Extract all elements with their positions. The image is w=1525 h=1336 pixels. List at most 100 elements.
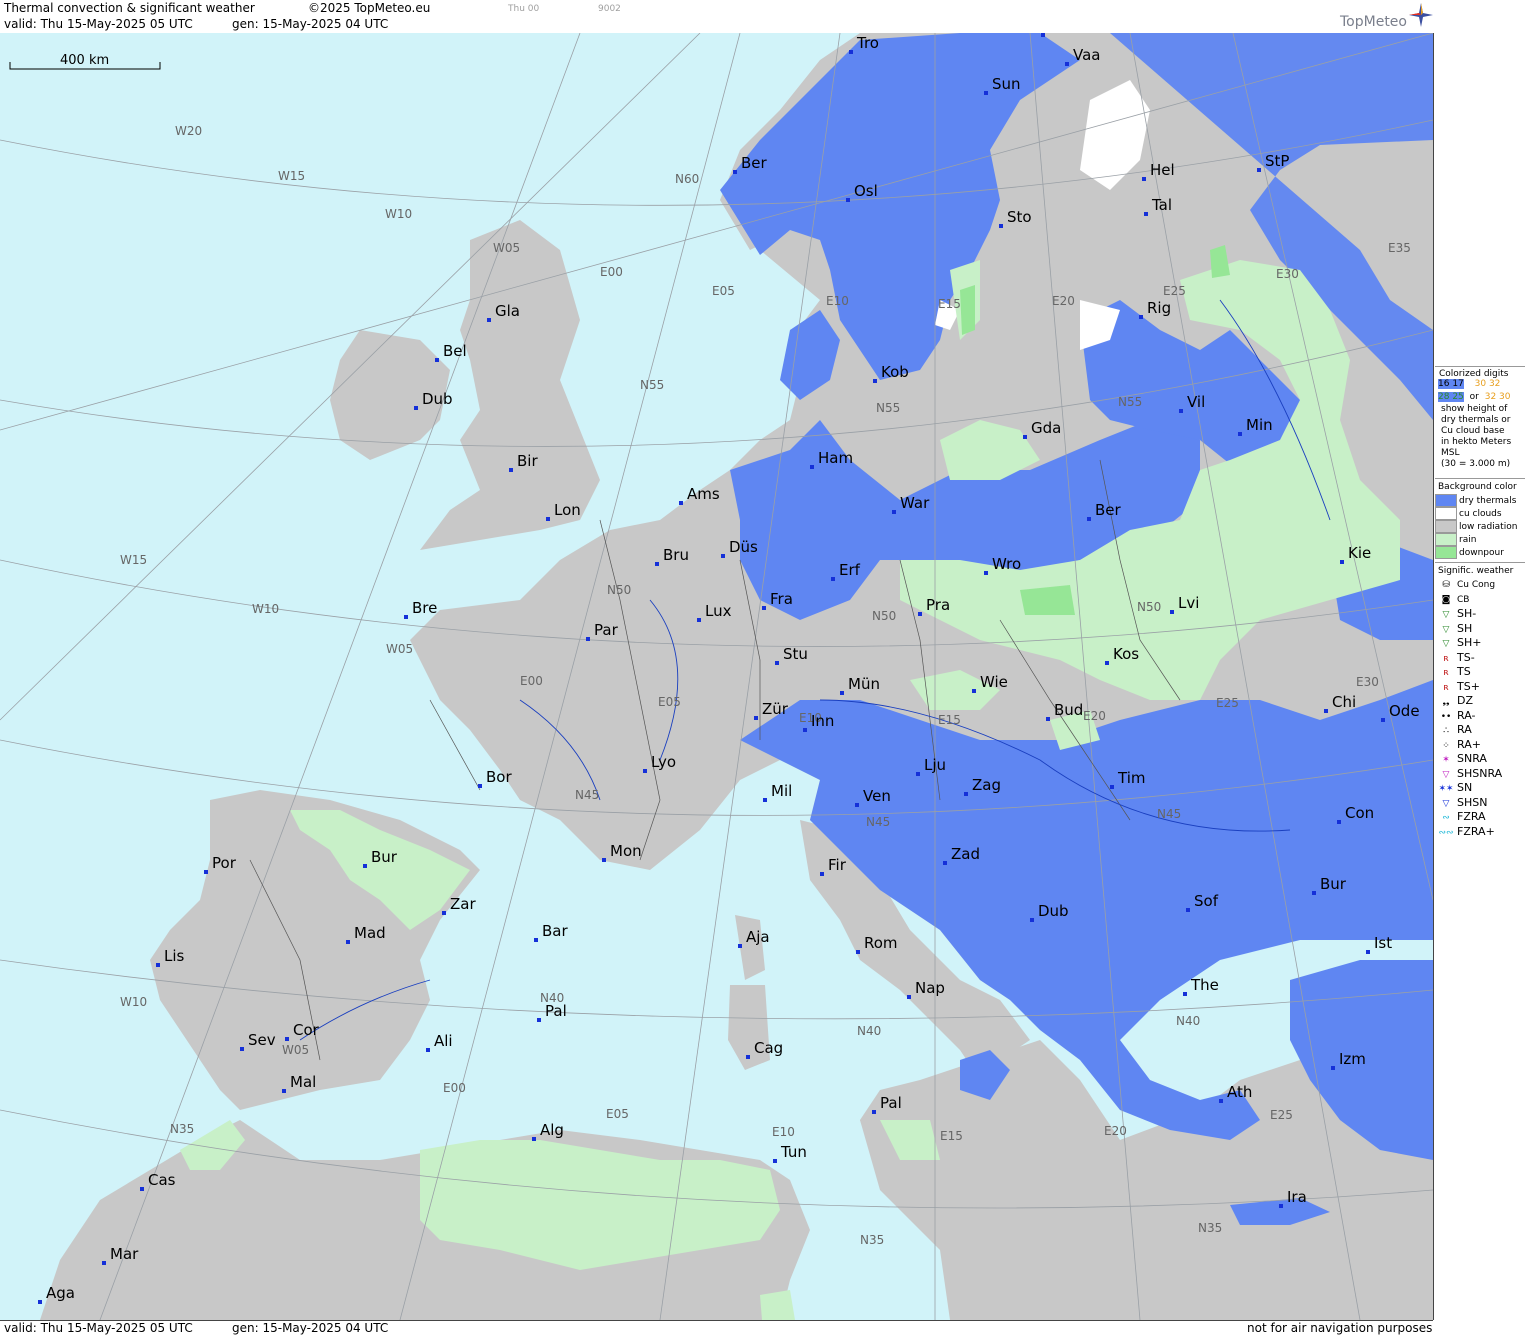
legend-wx-sh-: ▽ SH- (1435, 607, 1525, 622)
city-label: Kob (881, 363, 909, 381)
city-label: Con (1345, 804, 1374, 822)
weather-symbol-icon: •• (1440, 711, 1452, 722)
weather-map[interactable]: 400 km W20 W15 W10 W05 E00 E05 E10 E15 E20 E25 E30… (0, 33, 1434, 1320)
colorized-line: MSL (1441, 448, 1460, 458)
grid-label-e15: E15 (938, 297, 961, 311)
city-ali: Ali (426, 1032, 453, 1052)
city-label: StP (1265, 152, 1289, 170)
city-label: The (1190, 976, 1219, 994)
colorized-line: Cu cloud base (1441, 426, 1505, 436)
city-label: Ams (687, 485, 720, 503)
city-marker (872, 1110, 876, 1114)
city-marker (831, 577, 835, 581)
legend-label: SNRA (1457, 752, 1487, 765)
topmeteo-logo: TopMeteo (1340, 14, 1407, 30)
city-marker (679, 501, 683, 505)
grid-label-n50: N50 (607, 583, 631, 597)
legend-bg-rain: rain (1435, 533, 1525, 546)
city-marker (1183, 992, 1187, 996)
city-label: Zar (450, 895, 476, 913)
footer-valid-time: valid: Thu 15-May-2025 05 UTC (4, 1321, 193, 1335)
colorized-or: or (1469, 392, 1479, 402)
city-marker (916, 772, 920, 776)
legend-wx-fzra: ∾ FZRA (1435, 810, 1525, 825)
weather-symbol-icon: ʀ (1443, 668, 1449, 678)
legend-wx-shsnra: ▽ SHSNRA (1435, 767, 1525, 782)
colorized-example-orange-2: 32 30 (1484, 392, 1511, 402)
city-marker (964, 792, 968, 796)
city-marker (534, 938, 538, 942)
header-small-2: 9002 (598, 4, 621, 14)
city-label: Bor (486, 768, 512, 786)
city-marker (478, 784, 482, 788)
city-label: Sto (1007, 208, 1032, 226)
city-marker (442, 911, 446, 915)
legend-bg-downpour: downpour (1435, 546, 1525, 559)
city-marker (537, 1018, 541, 1022)
colorized-explanation: show height of dry thermals or Cu cloud ba… (1435, 404, 1525, 470)
grid-label-n45: N45 (866, 815, 890, 829)
city-label: Rig (1147, 299, 1171, 317)
weather-symbol-icon: ❟❟ (1442, 697, 1450, 707)
colorized-digits-title: Colorized digits (1439, 369, 1509, 379)
city-marker (204, 870, 208, 874)
city-label: Tro (856, 34, 879, 52)
city-label: Lvi (1178, 594, 1199, 612)
city-label: Mün (848, 675, 880, 693)
city-marker (655, 562, 659, 566)
city-marker (140, 1187, 144, 1191)
city-label: Cas (148, 1171, 176, 1189)
weather-symbol-icon: ʀ (1443, 682, 1449, 693)
weather-symbol-icon: ✶ (1442, 755, 1450, 765)
colorized-example-green: 28 25 (1438, 392, 1464, 402)
city-label: Erf (839, 561, 861, 579)
city-marker (1312, 891, 1316, 895)
city-label: Ume (1049, 33, 1084, 35)
city-label: Lyo (651, 753, 676, 771)
map-footer: valid: Thu 15-May-2025 05 UTC gen: 15-Ma… (0, 1320, 1433, 1336)
city-label: Lon (554, 501, 581, 519)
city-label: Ira (1287, 1188, 1307, 1206)
city-marker (1065, 62, 1069, 66)
grid-label-n55: N55 (640, 378, 664, 392)
city-label: Tim (1117, 769, 1145, 787)
city-label: Sun (992, 75, 1021, 93)
city-label: Dub (422, 390, 453, 408)
copyright: ©2025 TopMeteo.eu (308, 1, 431, 15)
city-marker (1179, 409, 1183, 413)
city-marker (873, 379, 877, 383)
city-marker (1105, 661, 1109, 665)
city-aga: Aga (38, 1284, 75, 1304)
legend-wx-sn: ✶✶ SN (1435, 781, 1525, 796)
grid-label-e20: E20 (1083, 709, 1106, 723)
city-marker (775, 661, 779, 665)
city-marker (414, 406, 418, 410)
colorized-line: dry thermals or (1441, 415, 1511, 425)
city-marker (1238, 432, 1242, 436)
grid-label-e05: E05 (712, 284, 735, 298)
city-marker (156, 963, 160, 967)
city-label: Cag (754, 1039, 783, 1057)
city-marker (746, 1055, 750, 1059)
color-swatch (1435, 533, 1457, 546)
city-marker (754, 716, 758, 720)
city-marker (1087, 517, 1091, 521)
legend-bg-cu-clouds: cu clouds (1435, 507, 1525, 520)
legend-wx-sh-: ▽ SH+ (1435, 636, 1525, 651)
city-label: Sof (1194, 892, 1219, 910)
weather-symbol-icon: ▽ (1442, 639, 1450, 649)
city-label: Izm (1339, 1050, 1366, 1068)
city-label: Ali (434, 1032, 453, 1050)
city-label: Zad (951, 845, 980, 863)
grid-label-e05: E05 (606, 1107, 629, 1121)
legend-wx-ts-: ʀ TS- (1435, 651, 1525, 666)
legend-label: TS (1457, 665, 1471, 678)
city-mil: Mil (763, 782, 792, 802)
city-label: Cor (293, 1021, 320, 1039)
city-label: Min (1246, 416, 1273, 434)
city-label: Bar (542, 922, 568, 940)
city-marker (907, 995, 911, 999)
city-marker (1170, 610, 1174, 614)
grid-label-n35: N35 (860, 1233, 884, 1247)
map-header: Thermal convection & significant weather… (0, 0, 1433, 34)
